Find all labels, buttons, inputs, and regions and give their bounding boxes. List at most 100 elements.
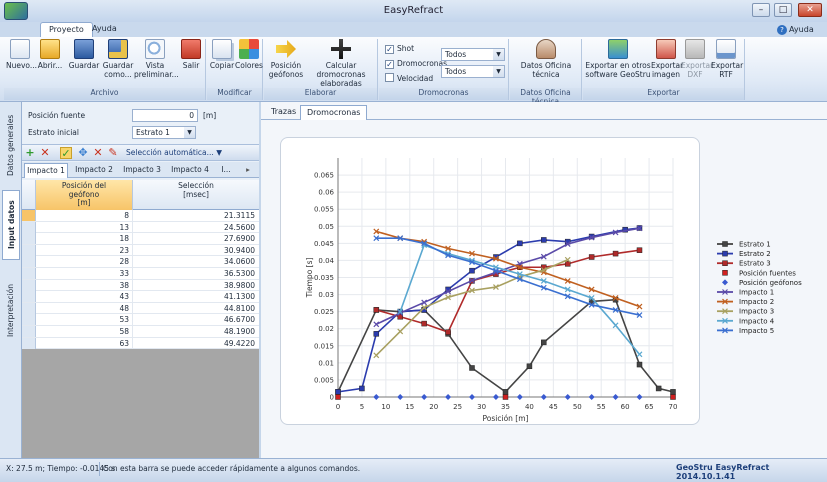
- x-tick-label: 65: [645, 403, 654, 411]
- series-impacto-5: [373, 235, 643, 318]
- legend-item: Impacto 4: [717, 317, 775, 325]
- y-tick-label: 0.005: [314, 376, 334, 384]
- status-message: Con esta barra se puede acceder rápidame…: [103, 464, 361, 473]
- data-point: [636, 247, 643, 253]
- legend-item: Estrato 3: [717, 260, 771, 268]
- legend-label: Estrato 1: [739, 241, 771, 249]
- x-tick-label: 50: [573, 403, 582, 411]
- legend-label: Impacto 3: [739, 308, 774, 316]
- data-point: [492, 394, 499, 400]
- legend-label: Estrato 3: [739, 260, 771, 268]
- x-tick-label: 0: [336, 403, 340, 411]
- y-tick-label: 0.065: [314, 172, 334, 180]
- data-point: [722, 241, 728, 247]
- y-tick-label: 0: [330, 394, 334, 402]
- x-tick-label: 45: [549, 403, 558, 411]
- data-point: [722, 260, 728, 266]
- data-point: [588, 394, 595, 400]
- legend-item: Impacto 2: [717, 298, 774, 306]
- data-point: [373, 307, 380, 313]
- data-point: [655, 385, 662, 392]
- data-point: [469, 394, 475, 400]
- data-point: [469, 365, 475, 371]
- data-point: [373, 352, 380, 359]
- x-tick-label: 35: [501, 403, 510, 411]
- x-tick-label: 15: [405, 403, 414, 411]
- x-tick-label: 40: [525, 403, 534, 411]
- y-tick-label: 0.055: [314, 206, 334, 214]
- data-point: [540, 394, 547, 400]
- y-tick-label: 0.045: [314, 240, 334, 248]
- data-point: [612, 322, 619, 329]
- data-point: [541, 339, 547, 346]
- y-tick-label: 0.06: [318, 189, 334, 197]
- data-point: [612, 250, 619, 257]
- legend-item: Estrato 2: [717, 250, 771, 258]
- data-point: [373, 331, 380, 337]
- data-point: [469, 267, 475, 274]
- legend-label: Impacto 4: [739, 317, 775, 325]
- data-point: [335, 394, 341, 400]
- data-point: [541, 237, 547, 243]
- data-point: [588, 254, 595, 260]
- x-tick-label: 10: [381, 403, 390, 411]
- x-tick-label: 70: [669, 403, 678, 411]
- legend-item: Estrato 1: [717, 241, 771, 249]
- y-tick-label: 0.035: [314, 274, 334, 282]
- data-point: [397, 394, 404, 400]
- status-separator: [99, 462, 100, 476]
- x-tick-label: 60: [621, 403, 630, 411]
- legend-item: Impacto 1: [717, 289, 774, 297]
- data-point: [421, 320, 427, 327]
- y-tick-label: 0.02: [318, 325, 334, 333]
- x-tick-label: 25: [453, 403, 462, 411]
- x-tick-label: 20: [429, 403, 438, 411]
- data-point: [502, 389, 509, 395]
- data-point: [421, 394, 428, 400]
- data-point: [564, 394, 571, 400]
- legend-label: Impacto 2: [739, 298, 774, 306]
- data-point: [502, 394, 509, 400]
- data-point: [636, 394, 643, 400]
- x-tick-label: 30: [477, 403, 486, 411]
- data-point: [526, 363, 533, 370]
- status-bar: X: 27.5 m; Tiempo: -0.0145 s Con esta ba…: [0, 458, 827, 482]
- legend-item: Posición fuentes: [722, 269, 796, 277]
- legend-label: Estrato 2: [739, 250, 771, 258]
- series-line: [375, 259, 569, 356]
- y-tick-label: 0.05: [318, 223, 334, 231]
- x-tick-label: 5: [360, 403, 364, 411]
- data-point: [445, 329, 451, 335]
- dromocronas-chart[interactable]: 0 5 10 15 20 25 30 35 40 45 50 55 60 65 70 0 0.005 0.01 0.…: [0, 0, 827, 482]
- data-point: [335, 389, 341, 395]
- data-point: [722, 279, 728, 286]
- legend-item: Posición geófonos: [722, 279, 802, 287]
- data-point: [397, 328, 404, 335]
- data-point: [516, 394, 523, 400]
- data-point: [670, 394, 676, 400]
- data-point: [722, 250, 728, 257]
- data-point: [517, 240, 523, 247]
- legend-item: Impacto 5: [717, 327, 774, 335]
- legend-label: Posición geófonos: [739, 279, 802, 287]
- data-point: [636, 361, 643, 368]
- y-tick-label: 0.04: [318, 257, 334, 265]
- legend-label: Impacto 1: [739, 289, 774, 297]
- y-tick-label: 0.015: [314, 342, 334, 350]
- data-point: [445, 394, 452, 400]
- y-tick-label: 0.01: [318, 359, 334, 367]
- data-point: [636, 351, 643, 358]
- data-point: [359, 385, 365, 392]
- legend-label: Impacto 5: [739, 327, 774, 335]
- data-point: [612, 394, 619, 400]
- data-point: [722, 270, 728, 276]
- data-point: [670, 389, 676, 395]
- product-version: GeoStru EasyRefract 2014.10.1.41: [676, 463, 770, 481]
- y-tick-label: 0.025: [314, 308, 334, 316]
- data-point: [373, 394, 380, 400]
- y-axis-label: Tiempo [s]: [305, 258, 314, 299]
- x-axis-label: Posición [m]: [483, 414, 529, 423]
- y-tick-label: 0.03: [318, 291, 334, 299]
- legend-item: Impacto 3: [717, 308, 774, 316]
- x-tick-label: 55: [597, 403, 606, 411]
